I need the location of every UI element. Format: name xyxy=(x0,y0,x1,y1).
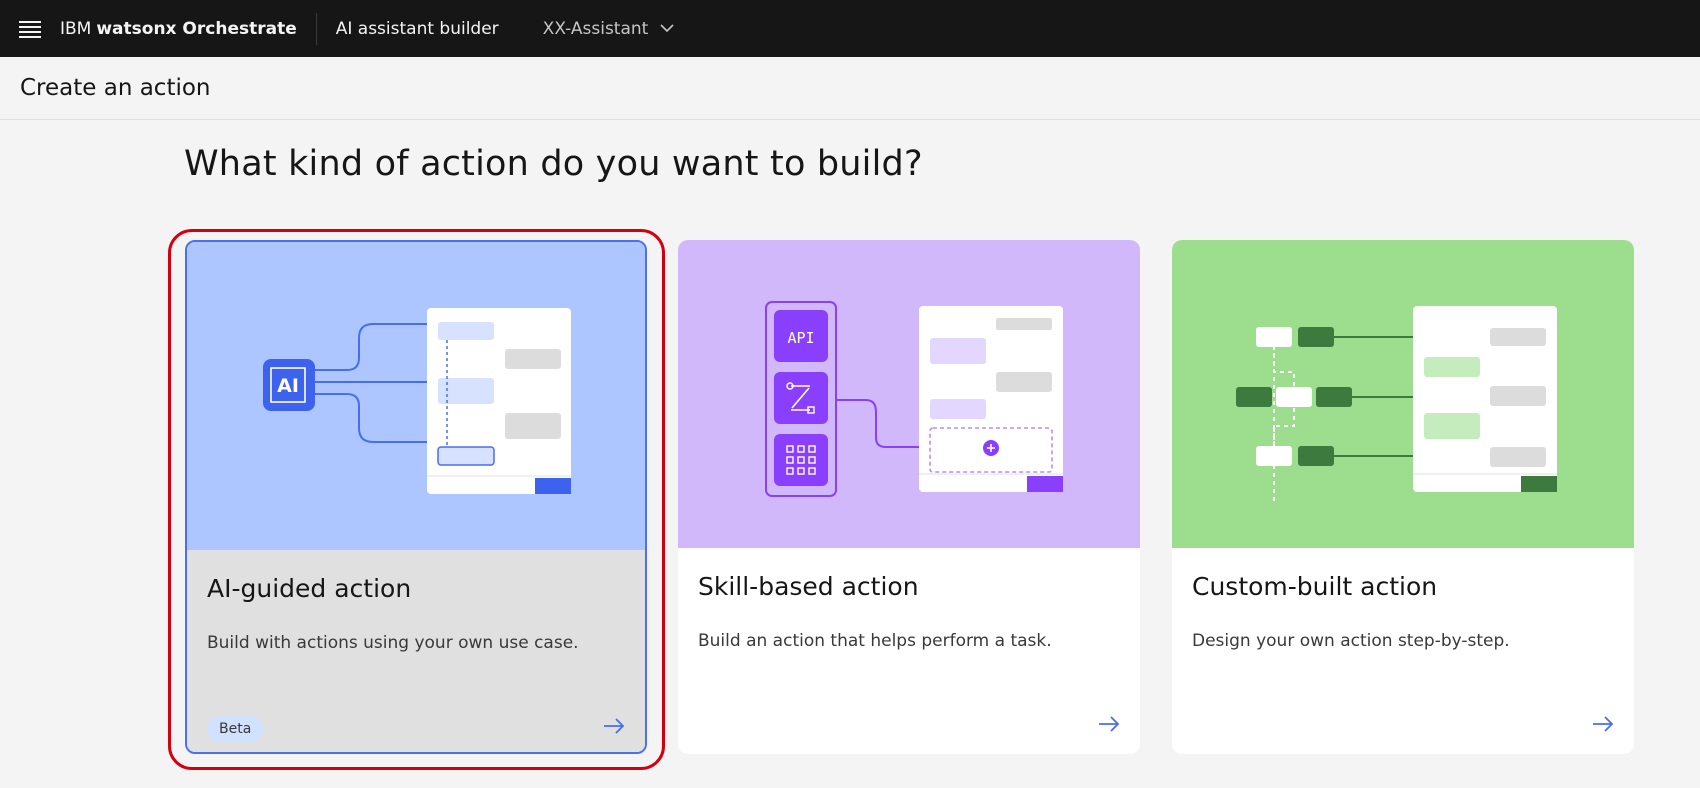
chevron-down-icon xyxy=(660,24,674,33)
skill-based-illustration: API xyxy=(678,240,1140,548)
brand-name: watsonx Orchestrate xyxy=(96,18,297,39)
skill-based-action-card[interactable]: API Skill-based action Build an action t… xyxy=(678,240,1140,754)
nav-title[interactable]: AI assistant builder xyxy=(317,19,543,39)
api-chip-label: API xyxy=(787,329,814,347)
beta-badge: Beta xyxy=(207,716,264,742)
assistant-switcher[interactable]: XX-Assistant xyxy=(543,19,675,39)
top-nav-bar: IBM watsonx Orchestrate AI assistant bui… xyxy=(0,0,1700,57)
card-description: Build with actions using your own use ca… xyxy=(207,633,579,653)
custom-built-action-card[interactable]: Custom-built action Design your own acti… xyxy=(1172,240,1634,754)
card-title: Custom-built action xyxy=(1192,572,1438,601)
menu-icon[interactable] xyxy=(0,0,60,57)
skill-based-card-body: Skill-based action Build an action that … xyxy=(678,548,1140,754)
arrow-right-icon[interactable] xyxy=(1098,716,1120,736)
custom-built-illustration xyxy=(1172,240,1634,548)
ai-guided-action-card[interactable]: AI AI-guided action Build with actions u… xyxy=(185,240,647,754)
question-heading: What kind of action do you want to build… xyxy=(184,144,923,184)
card-title: AI-guided action xyxy=(207,574,412,603)
ai-guided-card-body: AI-guided action Build with actions usin… xyxy=(187,550,645,752)
custom-built-card-body: Custom-built action Design your own acti… xyxy=(1172,548,1634,754)
brand-prefix: IBM xyxy=(60,18,92,39)
ai-chip-label: AI xyxy=(277,375,299,397)
card-title: Skill-based action xyxy=(698,572,919,601)
ai-guided-illustration: AI xyxy=(187,242,645,550)
page-title: Create an action xyxy=(20,75,211,101)
assistant-name: XX-Assistant xyxy=(542,18,649,39)
card-description: Build an action that helps perform a tas… xyxy=(698,631,1052,651)
card-description: Design your own action step-by-step. xyxy=(1192,631,1510,651)
product-name[interactable]: IBM watsonx Orchestrate xyxy=(60,12,317,45)
arrow-right-icon[interactable] xyxy=(603,718,625,738)
arrow-right-icon[interactable] xyxy=(1592,716,1614,736)
page-header: Create an action xyxy=(0,57,1700,120)
